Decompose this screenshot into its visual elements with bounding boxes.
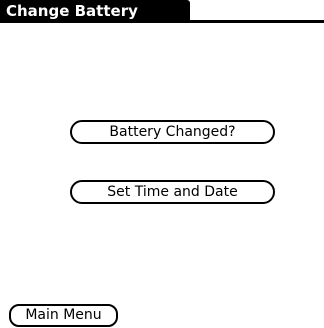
set-time-date-button[interactable]: Set Time and Date (70, 180, 275, 204)
title-underline (0, 20, 324, 23)
page-title: Change Battery (0, 0, 190, 22)
main-menu-button[interactable]: Main Menu (9, 304, 118, 327)
battery-changed-button[interactable]: Battery Changed? (70, 120, 275, 144)
